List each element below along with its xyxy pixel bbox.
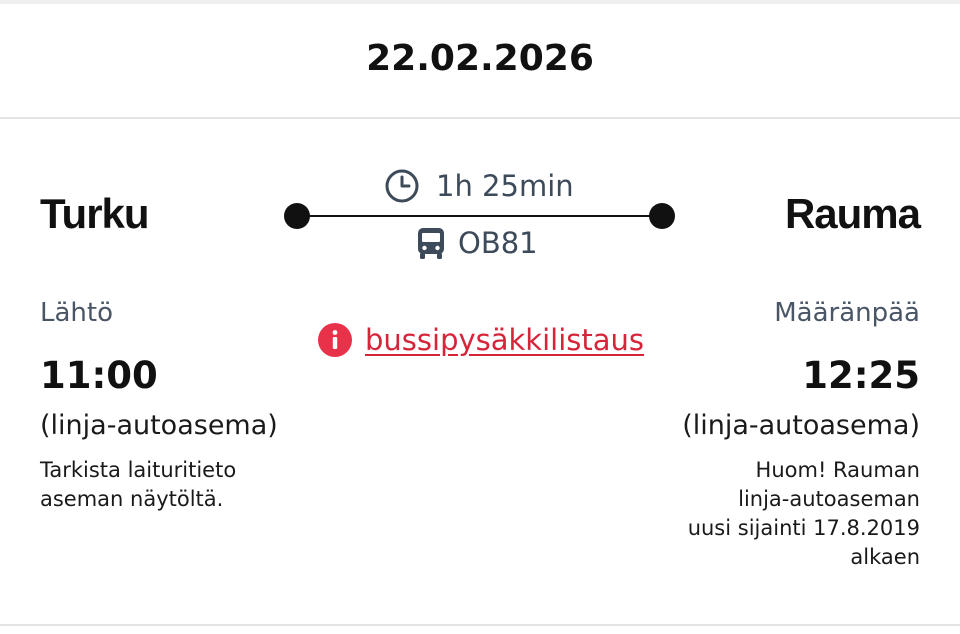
bus-stop-list-link[interactable]: bussipysäkkilistaus — [317, 322, 644, 358]
arrival-time: 12:25 — [802, 354, 920, 397]
destination-label: Määränpää — [774, 298, 920, 328]
origin-note-line: Tarkista laituritieto — [40, 458, 237, 482]
route-end-dot — [649, 203, 675, 229]
destination-city: Rauma — [784, 190, 921, 237]
destination-note-line: linja-autoaseman — [738, 487, 920, 511]
route-line — [296, 215, 662, 217]
line-code-text: OB81 — [458, 226, 538, 260]
origin-note: Tarkista laituritieto aseman näytöltä. — [40, 456, 280, 514]
origin-note-line: aseman näytöltä. — [40, 487, 224, 511]
bus-icon — [418, 228, 444, 259]
bus-stop-list-link-text[interactable]: bussipysäkkilistaus — [365, 323, 644, 357]
origin-label: Lähtö — [40, 298, 113, 328]
departure-time: 11:00 — [40, 354, 158, 397]
line-code: OB81 — [416, 226, 538, 260]
trip-details-card: 22.02.2026 Turku Rauma 1h 25min OB81 Läh… — [0, 0, 960, 634]
destination-note: Huom! Rauman linja-autoaseman uusi sijai… — [660, 456, 920, 572]
trip-duration: 1h 25min — [384, 168, 574, 204]
route-start-dot — [284, 203, 310, 229]
destination-note-line: uusi sijainti 17.8.2019 — [687, 516, 920, 540]
destination-note-line: Huom! Rauman — [755, 458, 920, 482]
duration-text: 1h 25min — [436, 169, 574, 203]
destination-note-line: alkaen — [850, 545, 920, 569]
destination-station: (linja-autoasema) — [682, 410, 920, 441]
origin-city: Turku — [40, 190, 150, 237]
trip-date: 22.02.2026 — [366, 38, 594, 79]
bottom-divider — [0, 624, 960, 626]
clock-icon — [385, 169, 419, 203]
origin-station: (linja-autoasema) — [40, 410, 278, 441]
info-icon — [318, 323, 352, 357]
date-header: 22.02.2026 — [0, 0, 960, 119]
